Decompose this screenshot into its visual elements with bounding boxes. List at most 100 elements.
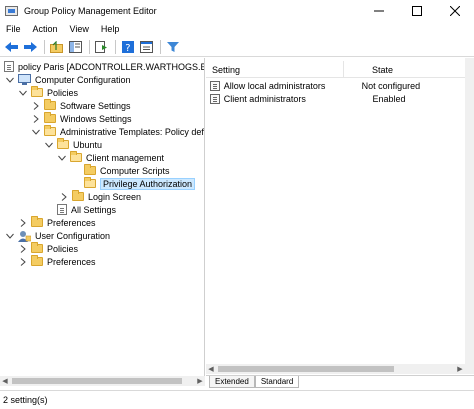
tree-item-login-screen[interactable]: Login Screen <box>58 190 141 203</box>
chevron-down-icon[interactable] <box>19 89 27 97</box>
tree-item-label: User Configuration <box>35 230 111 241</box>
maximize-icon <box>412 5 422 16</box>
console-tree-icon <box>69 40 82 53</box>
chevron-right-icon[interactable] <box>32 101 40 110</box>
tree-item-root[interactable]: policy Paris [ADCONTROLLER.WARTHOGS.BIZ]… <box>4 60 205 73</box>
tab-extended[interactable]: Extended <box>209 376 255 388</box>
app-icon <box>5 5 18 16</box>
tree-horizontal-scrollbar[interactable]: ◀ ▶ <box>0 376 205 386</box>
scroll-left-icon[interactable]: ◀ <box>0 376 10 386</box>
chevron-down-icon[interactable] <box>6 76 14 84</box>
column-header-setting[interactable]: Setting <box>206 61 344 78</box>
close-button[interactable] <box>436 0 474 21</box>
tree-item-ubuntu[interactable]: Ubuntu <box>45 138 102 151</box>
tree-item-computer-configuration[interactable]: Computer Configuration <box>6 73 131 86</box>
scroll-left-icon[interactable]: ◀ <box>206 364 216 374</box>
help-button[interactable]: ? <box>119 39 136 55</box>
tree-item-label: Login Screen <box>88 191 142 202</box>
setting-state: Not configured <box>361 80 421 91</box>
tree-item-user-configuration[interactable]: User Configuration <box>6 229 110 242</box>
menu-help[interactable]: Help <box>95 24 126 34</box>
column-header-state[interactable]: State <box>344 61 465 78</box>
folder-icon <box>44 99 56 110</box>
export-icon <box>95 40 107 53</box>
chevron-down-icon[interactable] <box>58 154 66 162</box>
menu-action[interactable]: Action <box>27 24 64 34</box>
tree-item-label: Administrative Templates: Policy defin <box>60 126 205 137</box>
tree-item-policies[interactable]: Policies <box>19 86 78 99</box>
tree-item-all-settings[interactable]: All Settings <box>57 203 116 216</box>
arrow-right-icon <box>24 41 37 52</box>
folder-icon <box>44 112 56 123</box>
details-pane: Setting State Allow local administrators… <box>206 58 465 374</box>
minimize-icon <box>374 10 384 11</box>
list-item[interactable]: Client administrators Enabled <box>206 92 465 105</box>
tree-item-label: Software Settings <box>60 100 131 111</box>
policy-setting-icon <box>210 93 220 104</box>
tree-item-user-preferences[interactable]: Preferences <box>19 255 96 268</box>
list-item[interactable]: Allow local administrators Not configure… <box>206 79 465 92</box>
close-icon <box>450 5 460 16</box>
toolbar-separator <box>115 39 116 54</box>
properties-button[interactable] <box>138 39 155 55</box>
computer-icon <box>18 73 31 85</box>
toolbar-separator <box>89 39 90 54</box>
chevron-right-icon[interactable] <box>32 114 40 123</box>
folder-up-icon <box>50 40 63 53</box>
tree-item-label: Policies <box>47 87 79 98</box>
tree-item-label: All Settings <box>71 204 117 215</box>
menu-view[interactable]: View <box>64 24 95 34</box>
chevron-right-icon[interactable] <box>19 257 27 266</box>
setting-name: Allow local administrators <box>223 80 326 91</box>
properties-icon <box>140 40 153 53</box>
scroll-right-icon[interactable]: ▶ <box>195 376 205 386</box>
setting-state: Enabled <box>372 93 406 104</box>
chevron-down-icon[interactable] <box>45 141 53 149</box>
up-folder-button[interactable] <box>48 39 65 55</box>
export-list-button[interactable] <box>93 39 110 55</box>
folder-icon <box>72 190 84 201</box>
chevron-down-icon[interactable] <box>6 232 14 240</box>
tree-item-label: Privilege Authorization <box>100 177 196 190</box>
minimize-button[interactable] <box>360 0 398 21</box>
tree-item-label: Client management <box>86 152 165 163</box>
show-hide-tree-button[interactable] <box>67 39 84 55</box>
menu-file[interactable]: File <box>0 24 27 34</box>
tab-standard[interactable]: Standard <box>254 376 300 388</box>
tree-item-computer-scripts[interactable]: Computer Scripts <box>84 164 170 177</box>
toolbar: ? <box>0 37 474 57</box>
tree-item-preferences-computer[interactable]: Preferences <box>19 216 96 229</box>
filter-icon <box>166 41 179 52</box>
tree-item-user-policies[interactable]: Policies <box>19 242 78 255</box>
chevron-right-icon[interactable] <box>19 218 27 227</box>
folder-icon <box>31 216 43 227</box>
status-bar: 2 setting(s) <box>0 390 474 409</box>
settings-list-icon <box>57 204 67 215</box>
forward-button[interactable] <box>22 39 39 55</box>
scrollbar-thumb[interactable] <box>12 378 182 384</box>
folder-open-icon <box>44 125 56 136</box>
chevron-right-icon[interactable] <box>19 244 27 253</box>
chevron-down-icon[interactable] <box>32 128 40 136</box>
tree-item-client-management[interactable]: Client management <box>58 151 164 164</box>
tree-item-software-settings[interactable]: Software Settings <box>32 99 131 112</box>
scrollbar-thumb[interactable] <box>218 366 394 372</box>
chevron-right-icon[interactable] <box>60 192 68 201</box>
status-text: 2 setting(s) <box>3 395 48 405</box>
maximize-button[interactable] <box>398 0 436 21</box>
details-horizontal-scrollbar[interactable]: ◀ ▶ <box>206 364 465 374</box>
scroll-right-icon[interactable]: ▶ <box>455 364 465 374</box>
view-tabs: Extended Standard <box>206 375 474 388</box>
tree-item-windows-settings[interactable]: Windows Settings <box>32 112 132 125</box>
tree-item-label: Windows Settings <box>60 113 132 124</box>
tree-item-privilege-authorization[interactable]: Privilege Authorization <box>84 177 196 190</box>
help-icon: ? <box>121 40 134 53</box>
back-button[interactable] <box>3 39 20 55</box>
filter-button[interactable] <box>164 39 181 55</box>
menu-bar: File Action View Help <box>0 21 474 37</box>
folder-icon <box>31 255 43 266</box>
console-tree: policy Paris [ADCONTROLLER.WARTHOGS.BIZ]… <box>0 58 205 386</box>
details-vertical-scrollbar[interactable] <box>465 58 474 374</box>
tree-item-label: policy Paris [ADCONTROLLER.WARTHOGS.BIZ]… <box>18 61 205 72</box>
tree-item-administrative-templates[interactable]: Administrative Templates: Policy defin <box>32 125 205 138</box>
